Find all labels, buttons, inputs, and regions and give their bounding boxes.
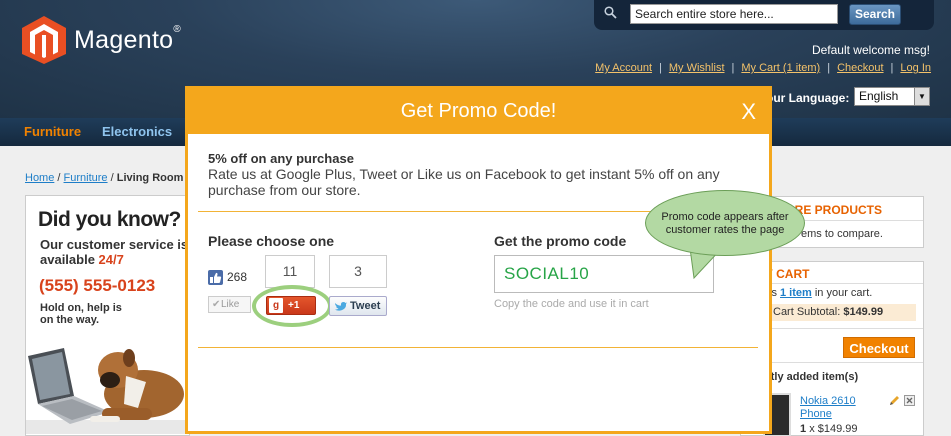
facebook-like-button[interactable]: ✔ Like xyxy=(208,296,251,313)
banner-subtitle: Our customer service is available 24/7 xyxy=(40,237,189,267)
login-link[interactable]: Log In xyxy=(900,62,931,74)
annotation-bubble: Promo code appears after customer rates … xyxy=(645,190,805,256)
promo-code-hint: Copy the code and use it in cart xyxy=(494,298,649,310)
offer-description: Rate us at Google Plus, Tweet or Like us… xyxy=(208,166,720,198)
language-select[interactable]: English ▼ xyxy=(854,87,930,106)
cart-count-link[interactable]: 1 item xyxy=(780,287,812,299)
remove-icon[interactable] xyxy=(904,395,915,406)
my-account-link[interactable]: My Account xyxy=(595,62,652,74)
facebook-like-label: Like xyxy=(221,299,240,310)
product-name-line-2: Phone xyxy=(800,408,832,420)
link-separator: | xyxy=(827,62,831,74)
close-button[interactable]: X xyxy=(741,99,756,125)
tweet-count: 3 xyxy=(329,255,387,288)
checkout-button[interactable]: Checkout xyxy=(843,337,915,358)
link-separator: | xyxy=(659,62,662,74)
search-icon xyxy=(604,6,617,19)
magento-logo-icon xyxy=(22,16,66,64)
chevron-down-icon[interactable]: ▼ xyxy=(914,88,929,105)
modal-header: Get Promo Code! X xyxy=(188,89,769,134)
product-price: x $149.99 xyxy=(809,423,858,435)
cart-subtotal: Cart Subtotal: $149.99 xyxy=(769,304,916,321)
customer-service-banner[interactable]: Did you know? Our customer service is av… xyxy=(25,195,190,436)
banner-line-1: Our customer service is xyxy=(40,237,189,252)
facebook-count: 268 xyxy=(227,270,248,284)
modal-divider-bottom xyxy=(198,347,758,348)
promo-code-field[interactable]: SOCIAL10 xyxy=(494,255,714,293)
welcome-message: Default welcome msg! xyxy=(811,43,930,57)
offer-title: 5% off on any purchase xyxy=(208,151,354,166)
logo-text: Magento xyxy=(74,25,174,54)
breadcrumb-home[interactable]: Home xyxy=(25,172,54,184)
twitter-bird-icon xyxy=(335,302,347,311)
nav-item-furniture[interactable]: Furniture xyxy=(24,124,81,139)
banner-hold-text: Hold on, help is on the way. xyxy=(40,302,130,326)
facebook-like-count: 268 xyxy=(208,260,247,294)
product-name-link[interactable]: Nokia 2610 Phone xyxy=(800,395,856,421)
my-cart-link[interactable]: My Cart (1 item) xyxy=(741,62,820,74)
language-label: our Language: xyxy=(766,91,850,105)
breadcrumb-separator: / xyxy=(110,172,114,184)
banner-phone: (555) 555-0123 xyxy=(39,276,156,295)
my-wishlist-link[interactable]: My Wishlist xyxy=(669,62,725,74)
account-links: My Account | My Wishlist | My Cart (1 it… xyxy=(595,62,931,74)
product-qty: 1 xyxy=(800,423,807,435)
compare-text: ems to compare. xyxy=(801,228,883,240)
thumbs-up-icon xyxy=(208,269,223,285)
checkout-link[interactable]: Checkout xyxy=(837,62,883,74)
logo[interactable]: Magento® xyxy=(22,16,181,64)
modal-title: Get Promo Code! xyxy=(400,100,557,122)
highlight-ring xyxy=(252,285,332,327)
checkmark-icon: ✔ xyxy=(212,299,221,310)
link-separator: | xyxy=(890,62,894,74)
product-name-line-1: Nokia 2610 xyxy=(800,395,856,407)
breadcrumb: Home / Furniture / Living Room xyxy=(25,172,183,184)
laptop-dog-illustration xyxy=(26,348,189,434)
language-value: English xyxy=(859,89,899,103)
subtotal-value: $149.99 xyxy=(843,306,884,318)
edit-pencil-icon[interactable] xyxy=(888,395,900,407)
google-plus-count: 11 xyxy=(265,255,315,288)
link-separator: | xyxy=(731,62,735,74)
breadcrumb-current: Living Room xyxy=(116,172,184,184)
search-button[interactable]: Search xyxy=(849,4,901,25)
breadcrumb-separator: / xyxy=(57,172,61,184)
promo-modal: Get Promo Code! X 5% off on any purchase… xyxy=(185,86,772,434)
tweet-button[interactable]: Tweet xyxy=(329,296,387,316)
breadcrumb-furniture[interactable]: Furniture xyxy=(64,172,108,184)
promo-code-title: Get the promo code xyxy=(494,233,627,249)
cart-text-suffix: in your cart. xyxy=(811,287,873,299)
search-input[interactable] xyxy=(630,4,838,24)
nav-item-electronics[interactable]: Electronics xyxy=(102,124,172,139)
tweet-label: Tweet xyxy=(350,300,381,312)
choose-title: Please choose one xyxy=(208,233,335,249)
registered-mark: ® xyxy=(173,23,182,35)
banner-line-2: available xyxy=(40,252,99,267)
subtotal-label: Cart Subtotal: xyxy=(773,306,841,318)
search-bar: Search xyxy=(594,0,934,30)
banner-title: Did you know? xyxy=(38,208,181,231)
banner-highlight: 24/7 xyxy=(98,252,124,267)
recent-items-title: ntly added item(s) xyxy=(764,371,859,383)
banner-hold-line-1: Hold on, help is xyxy=(40,302,122,314)
